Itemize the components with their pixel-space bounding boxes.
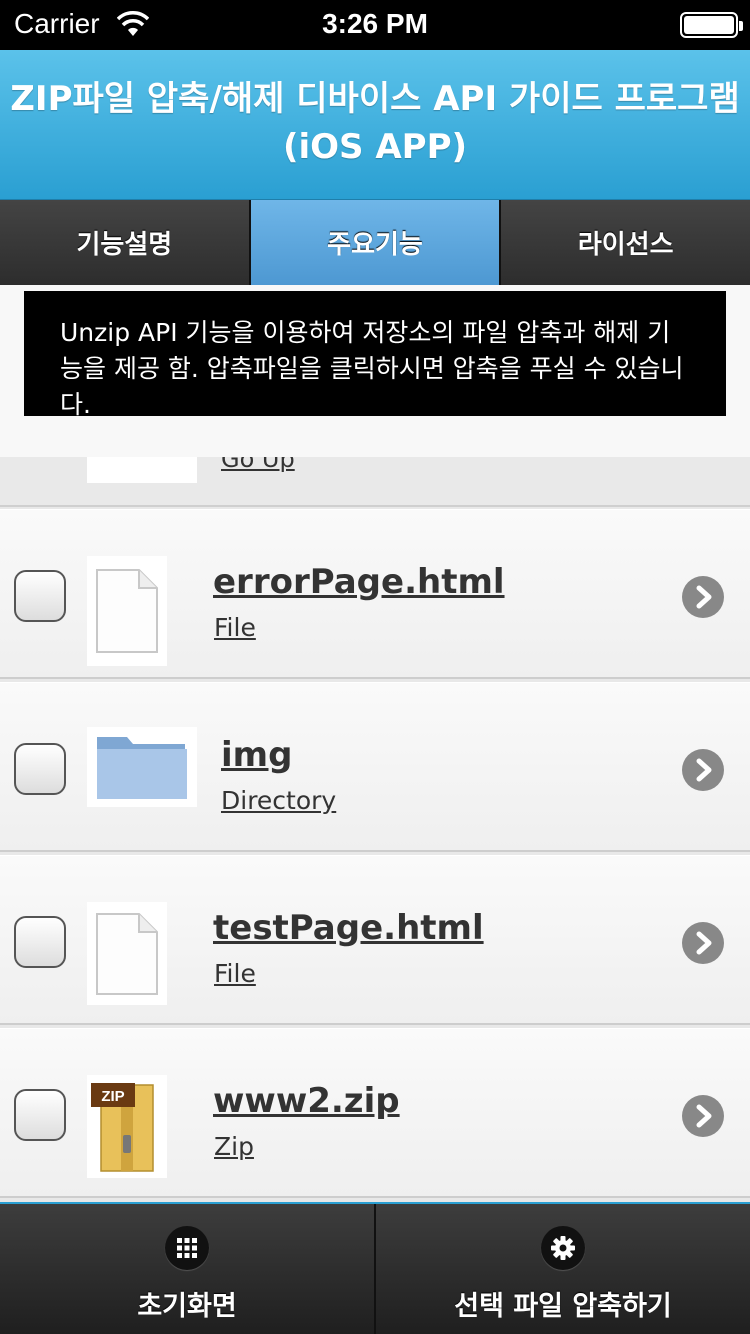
battery-icon [680, 12, 743, 38]
grid-icon [165, 1226, 209, 1270]
status-bar: Carrier 3:26 PM [0, 0, 750, 50]
file-name[interactable]: testPage.html [213, 908, 484, 948]
info-tooltip: Unzip API 기능을 이용하여 저장소의 파일 압축과 해제 기능을 제공… [24, 291, 726, 416]
list-item[interactable]: img Directory [0, 682, 750, 852]
clock: 3:26 PM [322, 8, 428, 39]
tab-main-features[interactable]: 주요기능 [250, 200, 502, 285]
zip-icon: ZIP [87, 1075, 167, 1178]
compress-selected-button[interactable]: 선택 파일 압축하기 [376, 1204, 750, 1334]
file-name[interactable]: www2.zip [213, 1081, 400, 1121]
file-name[interactable]: errorPage.html [213, 562, 505, 602]
zip-badge: ZIP [101, 1088, 124, 1105]
info-panel: Unzip API 기능을 이용하여 저장소의 파일 압축과 해제 기능을 제공… [0, 285, 750, 457]
bottom-toolbar: 초기화면 선택 파일 압축하기 [0, 1202, 750, 1334]
go-up-row[interactable]: Go Up [0, 457, 750, 507]
home-button-label: 초기화면 [137, 1291, 237, 1322]
file-icon [87, 556, 167, 666]
tab-feature-description[interactable]: 기능설명 [0, 200, 251, 285]
home-button[interactable]: 초기화면 [0, 1204, 376, 1334]
list-item[interactable]: ZIP www2.zip Zip [0, 1028, 750, 1198]
select-checkbox[interactable] [14, 916, 66, 968]
select-checkbox[interactable] [14, 743, 66, 795]
file-icon [87, 902, 167, 1005]
list-item[interactable]: testPage.html File [0, 855, 750, 1025]
file-type: File [214, 613, 256, 642]
app-header: ZIP파일 압축/해제 디바이스 API 가이드 프로그램 (iOS APP) [0, 50, 750, 200]
folder-icon [87, 727, 197, 807]
chevron-right-icon[interactable] [682, 576, 724, 618]
chevron-right-icon[interactable] [682, 1095, 724, 1137]
nav-tabs: 기능설명 주요기능 라이선스 [0, 200, 750, 285]
file-list-area: Unzip API 기능을 이용하여 저장소의 파일 압축과 해제 기능을 제공… [0, 285, 750, 1202]
title-line-1: ZIP파일 압축/해제 디바이스 API 가이드 프로그램 [10, 79, 740, 119]
title-line-2: (iOS APP) [282, 127, 468, 167]
chevron-right-icon[interactable] [682, 922, 724, 964]
chevron-right-icon[interactable] [682, 749, 724, 791]
file-type: File [214, 959, 256, 988]
go-up-link[interactable]: Go Up [221, 457, 295, 473]
file-name[interactable]: img [221, 735, 292, 775]
file-type: Directory [221, 786, 337, 815]
select-checkbox[interactable] [14, 570, 66, 622]
gear-icon [541, 1226, 585, 1270]
file-type: Zip [214, 1132, 254, 1161]
list-item[interactable]: errorPage.html File [0, 509, 750, 679]
select-checkbox[interactable] [14, 1089, 66, 1141]
tab-license[interactable]: 라이선스 [501, 200, 750, 285]
compress-button-label: 선택 파일 압축하기 [454, 1291, 672, 1322]
page-title: ZIP파일 압축/해제 디바이스 API 가이드 프로그램 (iOS APP) [0, 50, 750, 171]
go-up-icon [87, 457, 197, 483]
